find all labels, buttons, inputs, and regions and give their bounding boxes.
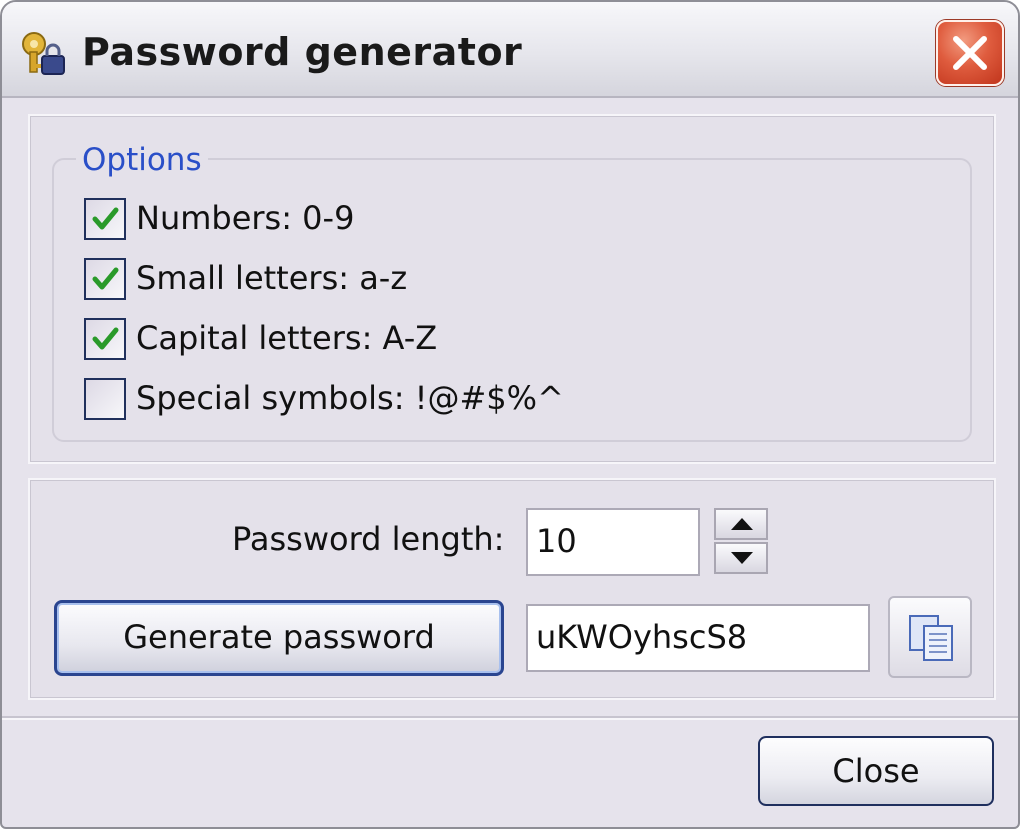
length-decrement-button[interactable]	[714, 542, 768, 574]
arrow-down-icon	[731, 552, 753, 564]
special-symbols-checkbox[interactable]	[84, 378, 126, 420]
arrow-up-icon	[731, 518, 753, 530]
small-letters-label: Small letters: a-z	[136, 259, 408, 297]
password-generator-window: Password generator Options Numbers: 0-9 …	[0, 0, 1020, 829]
copy-password-button[interactable]	[888, 596, 972, 678]
copy-icon	[909, 615, 953, 661]
close-icon	[953, 36, 987, 70]
length-increment-button[interactable]	[714, 508, 768, 540]
capital-letters-checkbox[interactable]	[84, 318, 126, 360]
password-length-label: Password length:	[232, 520, 505, 558]
window-close-button[interactable]	[936, 20, 1004, 86]
checkmark-icon	[92, 207, 119, 230]
capital-letters-label: Capital letters: A-Z	[136, 319, 438, 357]
checkmark-icon	[92, 267, 119, 290]
options-group-label: Options	[76, 142, 208, 178]
special-symbols-label: Special symbols: !@#$%^	[136, 379, 564, 417]
window-title: Password generator	[82, 30, 523, 74]
key-lock-icon	[16, 28, 68, 78]
small-letters-checkbox[interactable]	[84, 258, 126, 300]
generated-password-field[interactable]: uKWOyhscS8	[526, 604, 870, 672]
title-bar[interactable]: Password generator	[2, 2, 1018, 98]
close-button[interactable]: Close	[758, 736, 994, 806]
numbers-label: Numbers: 0-9	[136, 199, 355, 237]
password-length-input[interactable]: 10	[526, 508, 700, 576]
checkmark-icon	[92, 327, 119, 350]
generate-password-button[interactable]: Generate password	[54, 600, 504, 676]
footer-divider	[2, 716, 1018, 720]
numbers-checkbox[interactable]	[84, 198, 126, 240]
